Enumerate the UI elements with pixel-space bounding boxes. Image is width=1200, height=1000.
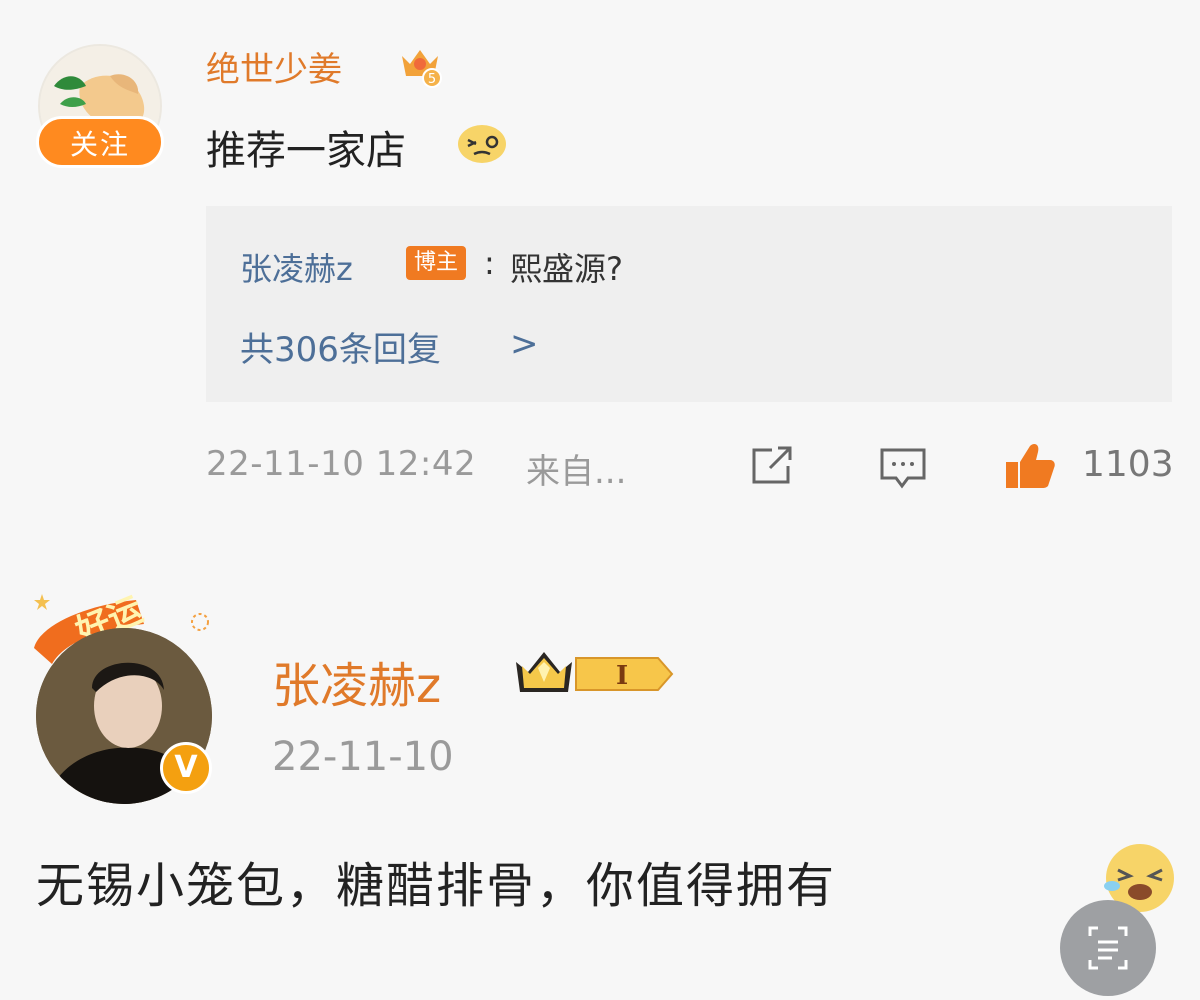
svg-text:I: I xyxy=(616,661,628,691)
comment-text: 无锡小笼包，糖醋排骨，你值得拥有 xyxy=(36,858,837,914)
like-count: 1103 xyxy=(1082,444,1174,485)
comment-text: 推荐一家店 xyxy=(206,128,406,174)
commenter-username[interactable]: 绝世少姜 xyxy=(206,42,342,91)
reply-preview-box[interactable] xyxy=(206,206,1172,402)
thumbs-up-icon[interactable] xyxy=(1002,440,1058,496)
scan-icon xyxy=(1088,926,1128,970)
comment-icon[interactable] xyxy=(878,446,928,494)
dizzy-face-emoji-icon xyxy=(456,122,508,170)
chevron-right-icon[interactable]: > xyxy=(510,324,539,364)
verified-v-icon: V xyxy=(160,742,212,794)
svg-text:5: 5 xyxy=(428,72,436,87)
comment-timestamp: 22-11-10 12:42 xyxy=(206,444,477,484)
view-replies-link[interactable]: 共306条回复 xyxy=(240,322,441,371)
reply-username[interactable]: 张凌赫z xyxy=(240,244,353,290)
member-level-badge: I xyxy=(512,646,678,706)
comment-date: 22-11-10 xyxy=(272,734,454,780)
reply-text: 熙盛源? xyxy=(510,250,623,288)
share-icon[interactable] xyxy=(748,444,796,492)
author-tag-badge: 博主 xyxy=(406,246,467,280)
vip-crown-badge: 5 xyxy=(396,42,444,94)
reply-separator: : xyxy=(484,244,495,282)
follow-button[interactable]: 关注 xyxy=(36,116,164,168)
scan-text-button[interactable] xyxy=(1060,900,1156,996)
comment-source: 来自... xyxy=(526,452,627,492)
commenter-username[interactable]: 张凌赫z xyxy=(272,646,441,716)
